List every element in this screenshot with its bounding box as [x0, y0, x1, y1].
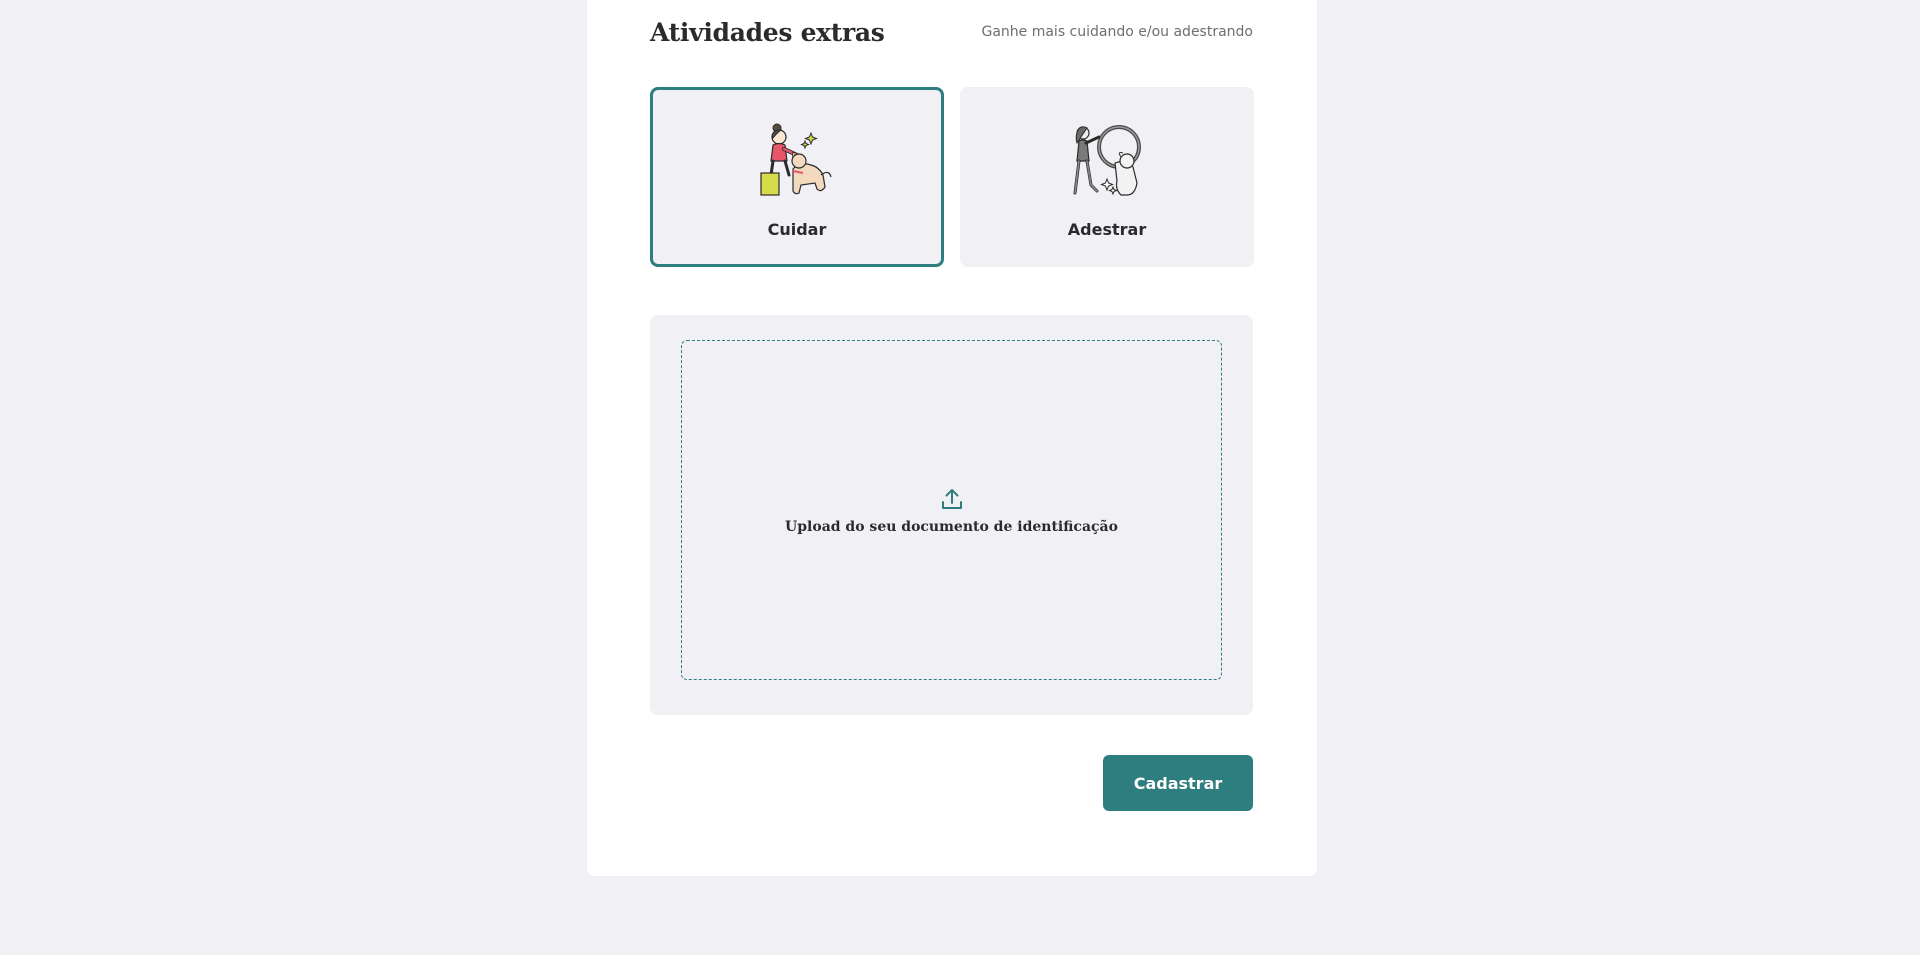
cadastrar-button[interactable]: Cadastrar	[1103, 755, 1253, 811]
activity-label-cuidar: Cuidar	[767, 220, 827, 239]
section-header: Atividades extras Ganhe mais cuidando e/…	[650, 14, 1253, 54]
upload-label: Upload do seu documento de identificação	[785, 519, 1118, 535]
pet-care-illustration	[760, 123, 832, 196]
section-title: Atividades extras	[650, 18, 885, 47]
upload-panel: Upload do seu documento de identificação	[650, 315, 1253, 715]
activity-label-adestrar: Adestrar	[1067, 220, 1147, 239]
registration-card: Atividades extras Ganhe mais cuidando e/…	[587, 0, 1317, 876]
activity-option-adestrar[interactable]: Adestrar	[960, 87, 1254, 267]
activity-option-cuidar[interactable]: Cuidar	[650, 87, 944, 267]
pet-training-illustration	[1073, 125, 1141, 196]
document-upload-dropzone[interactable]: Upload do seu documento de identificação	[681, 340, 1222, 680]
section-subtitle: Ganhe mais cuidando e/ou adestrando	[981, 24, 1253, 40]
upload-icon	[941, 489, 962, 509]
